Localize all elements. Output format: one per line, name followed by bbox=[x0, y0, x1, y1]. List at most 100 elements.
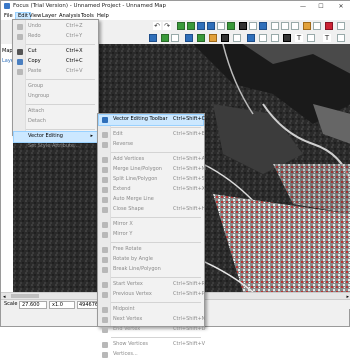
menu-separator bbox=[111, 302, 201, 303]
options-icon[interactable] bbox=[337, 22, 345, 30]
zoom-out-icon[interactable] bbox=[187, 22, 195, 30]
zoom-in-icon[interactable] bbox=[177, 22, 185, 30]
menu-separator bbox=[26, 44, 95, 45]
vector-menu-item-mirror-x: Mirror X bbox=[99, 220, 203, 230]
vector-menu-item-split-line-polygon: Split Line/Polygon Ctrl+Shift+S bbox=[99, 175, 205, 185]
menu-item-shortcut: Ctrl+Z bbox=[66, 23, 83, 29]
menu-separator bbox=[111, 127, 201, 128]
menu-separator bbox=[111, 277, 201, 278]
midpoint-icon bbox=[102, 307, 108, 313]
redo-toolbar-icon[interactable]: ↷ bbox=[163, 22, 171, 30]
menu-item-label: Auto Merge Line bbox=[113, 196, 154, 202]
edit-icon bbox=[102, 132, 108, 138]
cut-icon bbox=[17, 49, 23, 55]
menu-item-label: Group bbox=[28, 83, 44, 89]
paragraph-icon[interactable] bbox=[337, 34, 345, 42]
measure-icon[interactable] bbox=[259, 22, 267, 30]
align-icon[interactable] bbox=[307, 34, 315, 42]
break-icon bbox=[102, 267, 108, 273]
menu-item-label: Copy bbox=[28, 58, 41, 64]
menu-item-label: Ungroup bbox=[28, 93, 50, 99]
table-icon[interactable] bbox=[281, 22, 289, 30]
menu-item-label: Extend bbox=[113, 186, 131, 192]
menu-item-label: Undo bbox=[28, 23, 42, 29]
pan-icon[interactable] bbox=[217, 22, 225, 30]
menu-item-label: Show Vertices bbox=[113, 341, 149, 347]
menu-item-label: Set Style Attribute... bbox=[28, 143, 79, 149]
maximize-button[interactable]: ☐ bbox=[313, 1, 329, 12]
menu-item-shortcut: Ctrl+Shift+S bbox=[173, 176, 205, 182]
end-vertex-icon bbox=[102, 327, 108, 333]
menu-item-shortcut: Ctrl+V bbox=[66, 68, 83, 74]
edit-menu-item-ungroup: Ungroup bbox=[14, 92, 97, 102]
edit-menu-item-undo: Undo Ctrl+Z bbox=[14, 22, 97, 32]
menu-separator bbox=[26, 129, 95, 130]
legend-icon[interactable] bbox=[313, 22, 321, 30]
frame-icon[interactable] bbox=[233, 34, 241, 42]
auto-merge-icon bbox=[102, 197, 108, 203]
zoom-layer-icon[interactable] bbox=[207, 22, 215, 30]
select-icon[interactable] bbox=[239, 22, 247, 30]
menu-separator bbox=[111, 152, 201, 153]
menu-item-shortcut: Ctrl+Shift+X bbox=[173, 186, 206, 192]
raster-icon[interactable] bbox=[161, 34, 169, 42]
edit-menu-item-vector-editing[interactable]: Vector Editing ▸ bbox=[13, 131, 98, 143]
menu-item-shortcut: Ctrl+Shift+M bbox=[173, 166, 206, 172]
text-style-icon[interactable]: T bbox=[323, 34, 331, 42]
menu-item-shortcut: Ctrl+Shift+R bbox=[173, 281, 206, 287]
free-rotate-icon bbox=[102, 247, 108, 253]
close-button[interactable]: ✕ bbox=[333, 1, 349, 12]
edit-menu-item-paste: Paste Ctrl+V bbox=[14, 67, 97, 77]
database-icon[interactable] bbox=[185, 34, 193, 42]
menu-item-label: Add Vertices bbox=[113, 156, 145, 162]
refresh-icon[interactable] bbox=[227, 22, 235, 30]
window-title: Focus (Trial Version) - Unnamed Project … bbox=[13, 3, 167, 9]
draw-icon[interactable] bbox=[247, 34, 255, 42]
marker-icon[interactable] bbox=[325, 22, 333, 30]
vertices-icon bbox=[102, 352, 108, 358]
menu-item-label: Vector Editing Toolbar bbox=[113, 116, 168, 122]
next-vertex-icon bbox=[102, 317, 108, 323]
fill-icon[interactable] bbox=[283, 34, 291, 42]
grid-icon[interactable] bbox=[271, 22, 279, 30]
menu-item-label: Previous Vertex bbox=[113, 291, 152, 297]
extend-icon bbox=[102, 187, 108, 193]
vector-menu-item-free-rotate: Free Rotate bbox=[99, 245, 203, 255]
edit-menu-item-copy[interactable]: Copy Ctrl+C bbox=[14, 57, 97, 67]
start-vertex-icon bbox=[102, 282, 108, 288]
prev-vertex-icon bbox=[102, 292, 108, 298]
edit-menu: Undo Ctrl+Z Redo Ctrl+Y Cut Ctrl+X Copy Ctrl+C P… bbox=[12, 19, 99, 149]
stack-icon[interactable] bbox=[209, 34, 217, 42]
identify-icon[interactable] bbox=[249, 22, 257, 30]
polygon-icon[interactable] bbox=[259, 34, 267, 42]
undo-toolbar-icon[interactable]: ↶ bbox=[153, 22, 161, 30]
edit-menu-item-cut[interactable]: Cut Ctrl+X bbox=[14, 47, 97, 57]
map-tab[interactable]: Map bbox=[2, 48, 13, 54]
submenu-arrow-icon: ▸ bbox=[90, 133, 93, 139]
vector-menu-item-add-vertices: Add Vertices Ctrl+Shift+A bbox=[99, 155, 205, 165]
scroll-thumb[interactable] bbox=[11, 294, 39, 298]
menu-item-label: Detach bbox=[28, 118, 46, 124]
layer-add-icon[interactable] bbox=[149, 34, 157, 42]
vector-icon[interactable] bbox=[171, 34, 179, 42]
line-icon[interactable] bbox=[271, 34, 279, 42]
scale-field[interactable]: 27.600 bbox=[19, 301, 47, 309]
menu-separator bbox=[26, 104, 95, 105]
chart-icon[interactable] bbox=[291, 22, 299, 30]
menu-item-label: Free Rotate bbox=[113, 246, 142, 252]
vector-menu-item-vector-editing-toolbar[interactable]: Vector Editing Toolbar Ctrl+Shift+C bbox=[98, 114, 205, 126]
edit-menu-item-group: Group bbox=[14, 82, 97, 92]
vector-menu-item-midpoint: Midpoint bbox=[99, 305, 203, 315]
minimize-button[interactable]: — bbox=[295, 1, 311, 12]
mirror-y-icon bbox=[102, 232, 108, 238]
image-icon[interactable] bbox=[303, 22, 311, 30]
dark-layer-icon[interactable] bbox=[221, 34, 229, 42]
vector-menu-item-show-vertices: Show Vertices Ctrl+Shift+V bbox=[99, 340, 205, 350]
layers-icon[interactable] bbox=[197, 34, 205, 42]
menu-item-shortcut: Ctrl+X bbox=[66, 48, 83, 54]
vector-menu-item-mirror-y: Mirror Y bbox=[99, 230, 203, 240]
zoom-extent-icon[interactable] bbox=[197, 22, 205, 30]
menu-separator bbox=[111, 337, 201, 338]
vector-menu-item-vertices: Vertices... bbox=[99, 350, 203, 360]
text-tool-icon[interactable]: T bbox=[295, 34, 303, 42]
